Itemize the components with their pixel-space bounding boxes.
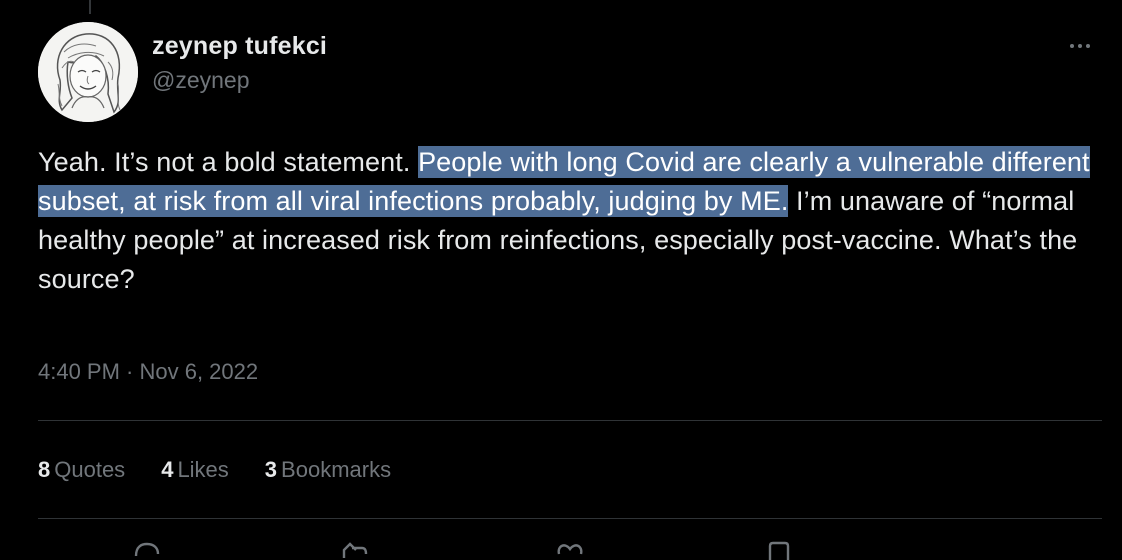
like-icon[interactable] (553, 540, 587, 560)
divider (38, 518, 1102, 519)
author-display-name[interactable]: zeynep tufekci (152, 30, 327, 62)
bookmarks-stat[interactable]: 3 Bookmarks (265, 455, 391, 485)
bookmark-icon[interactable] (762, 540, 796, 560)
tweet-timestamp[interactable]: 4:40 PM · Nov 6, 2022 (38, 357, 258, 387)
more-options-button[interactable] (1060, 32, 1100, 60)
likes-count: 4 (161, 457, 174, 482)
more-options-icon (1070, 44, 1074, 48)
avatar[interactable] (38, 22, 138, 122)
quotes-stat[interactable]: 8 Quotes (38, 455, 125, 485)
more-options-dot (1078, 44, 1082, 48)
thread-connector-line (89, 0, 91, 14)
likes-stat[interactable]: 4 Likes (161, 455, 229, 485)
author-handle[interactable]: @zeynep (152, 64, 327, 96)
reply-icon[interactable] (130, 540, 164, 560)
tweet-author: zeynep tufekci @zeynep (152, 30, 327, 96)
tweet-text: Yeah. It’s not a bold statement. People … (38, 143, 1108, 299)
engagement-stats: 8 Quotes 4 Likes 3 Bookmarks (38, 455, 391, 485)
tweet-text-plain: Yeah. It’s not a bold statement. (38, 147, 419, 177)
tweet-actions-bar (0, 540, 1122, 560)
quotes-count: 8 (38, 457, 51, 482)
retweet-icon[interactable] (338, 540, 372, 560)
likes-label: Likes (177, 457, 229, 482)
more-options-dot (1086, 44, 1090, 48)
quotes-label: Quotes (54, 457, 126, 482)
avatar-illustration-icon (38, 22, 138, 122)
bookmarks-label: Bookmarks (281, 457, 392, 482)
divider (38, 420, 1102, 421)
bookmarks-count: 3 (264, 457, 278, 482)
